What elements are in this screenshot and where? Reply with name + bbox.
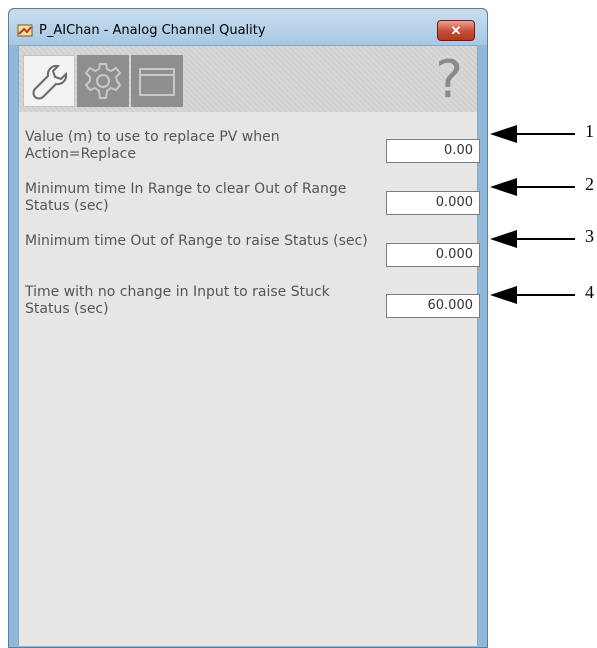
setting-label: Time with no change in Input to raise St… [25,284,330,317]
tab-bar: ? [19,46,477,112]
arrow-icon [490,286,517,304]
wrench-icon [32,64,68,100]
faceplate-client: ? Value (m) to use to replace PV when Ac… [18,45,480,646]
window-title: P_AIChan - Analog Channel Quality [39,23,266,38]
callout-line [515,133,575,135]
app-icon [17,24,33,37]
setting-label: Value (m) to use to replace PV when Acti… [25,129,280,162]
faceplate-window: P_AIChan - Analog Channel Quality ✕ ? Va… [8,8,488,648]
stuck-time-input[interactable]: 60.000 [386,294,480,318]
tab-engineering[interactable] [77,55,129,107]
callout-line [515,238,575,240]
tab-diagnostics[interactable] [131,55,183,107]
callout-line [515,294,575,296]
arrow-icon [490,125,517,143]
window-icon [139,68,175,96]
settings-panel: Value (m) to use to replace PV when Acti… [19,112,480,646]
setting-label: Minimum time In Range to clear Out of Ra… [25,181,347,214]
callout-number: 1 [585,121,594,141]
callout-number: 4 [585,282,594,302]
arrow-icon [490,230,517,248]
in-range-time-input[interactable]: 0.000 [386,191,480,215]
close-icon: ✕ [450,23,462,38]
callout-line [515,186,575,188]
title-bar[interactable]: P_AIChan - Analog Channel Quality ✕ [9,9,487,45]
out-of-range-time-input[interactable]: 0.000 [386,243,480,267]
setting-label: Minimum time Out of Range to raise Statu… [25,233,368,249]
tab-maintenance[interactable] [23,55,75,107]
callout-number: 2 [585,174,594,194]
replace-value-input[interactable]: 0.00 [386,139,480,163]
close-button[interactable]: ✕ [437,20,475,41]
callout-number: 3 [585,226,594,246]
arrow-icon [490,178,517,196]
gear-icon [84,63,122,99]
help-button[interactable]: ? [435,50,463,110]
